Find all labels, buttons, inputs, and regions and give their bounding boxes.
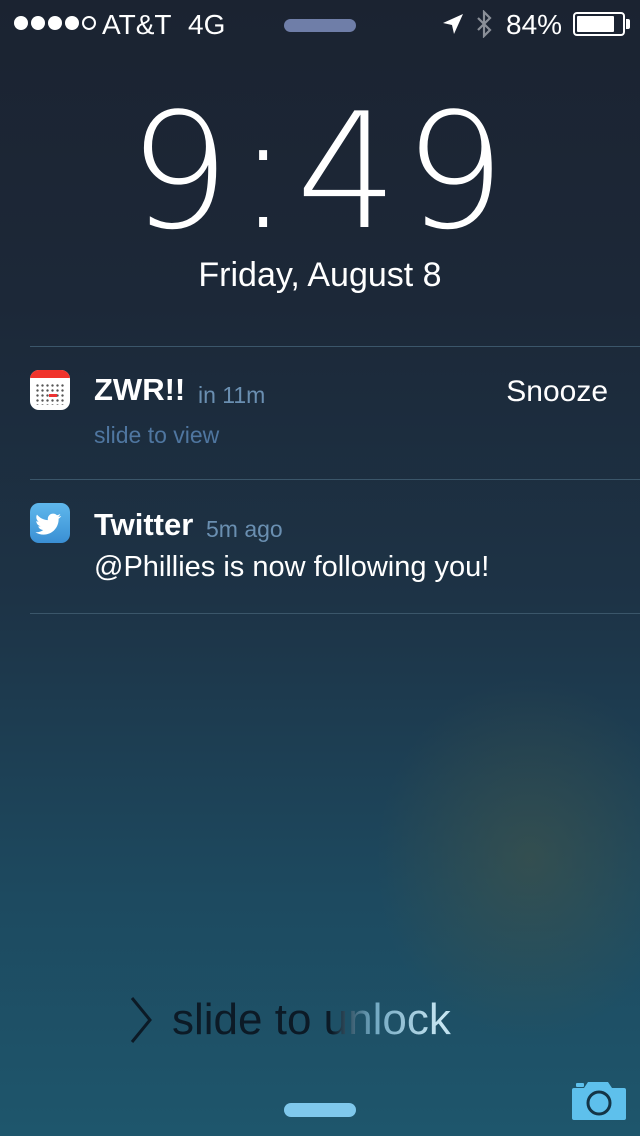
twitter-icon [30, 503, 70, 543]
battery-icon [573, 12, 625, 36]
signal-dot [82, 16, 96, 30]
slide-to-unlock[interactable]: slide to unlock [172, 995, 451, 1045]
notification-title: Twitter [94, 507, 194, 542]
notification-title: ZWR!! [94, 372, 186, 407]
snooze-button[interactable]: Snooze [506, 375, 608, 409]
control-center-grabber[interactable] [284, 1103, 356, 1117]
network-type: 4G [188, 9, 226, 40]
battery-fill [577, 16, 614, 32]
notification-calendar[interactable]: ZWR!! in 11m Snooze slide to view [0, 346, 640, 479]
status-bar: AT&T 4G 84% [0, 0, 640, 50]
lock-screen-date: Friday, August 8 [198, 256, 442, 294]
divider [30, 613, 640, 614]
notification-slide-hint: slide to view [94, 422, 220, 448]
camera-icon[interactable] [571, 1078, 627, 1122]
notification-time: 5m ago [206, 516, 283, 542]
bluetooth-icon [477, 10, 492, 38]
notification-center-grabber[interactable] [284, 19, 356, 32]
lock-screen-clock: 9:49 [128, 78, 512, 265]
battery-percentage: 84% [506, 9, 563, 40]
notification-time: in 11m [198, 382, 266, 408]
notification-body: @Phillies is now following you! [94, 551, 490, 583]
signal-dot [14, 16, 28, 30]
carrier-name: AT&T [102, 9, 172, 40]
signal-dot [65, 16, 79, 30]
signal-dot [31, 16, 45, 30]
location-arrow-icon [443, 14, 463, 34]
signal-dot [48, 16, 62, 30]
battery-tip [626, 19, 630, 29]
calendar-icon [30, 370, 70, 410]
notification-twitter[interactable]: Twitter 5m ago @Phillies is now followin… [0, 479, 640, 613]
chevron-right-icon [130, 997, 152, 1043]
signal-strength-icon [14, 16, 96, 30]
